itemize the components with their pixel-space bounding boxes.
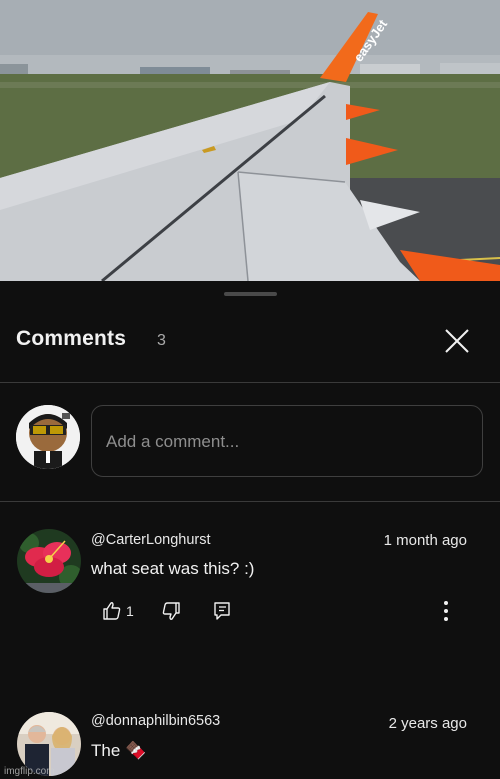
comment-author[interactable]: @CarterLonghurst [91, 532, 211, 548]
add-comment-box[interactable] [91, 405, 483, 477]
drag-handle[interactable] [224, 292, 277, 296]
comments-panel: Comments 3 Add a comment... @CarterLongh… [0, 281, 500, 779]
thumbs-down-icon [162, 602, 180, 620]
comment-text: The 🍫 [91, 741, 147, 760]
dislike-button[interactable] [160, 600, 182, 622]
reply-icon [214, 602, 230, 620]
like-count: 1 [126, 603, 134, 619]
more-vert-icon [444, 601, 448, 621]
comment-author[interactable]: @donnaphilbin6563 [91, 713, 220, 729]
video-player[interactable]: easyJet [0, 0, 500, 281]
comment-text: what seat was this? :) [91, 559, 255, 578]
close-button[interactable] [439, 323, 475, 359]
like-button[interactable] [101, 600, 123, 622]
comment-timestamp: 1 month ago [383, 532, 467, 549]
video-frame-wing-view: easyJet [0, 0, 500, 281]
close-icon [445, 329, 469, 353]
commenter-avatar[interactable] [17, 529, 81, 593]
composer-divider [0, 501, 500, 502]
comment-timestamp: 2 years ago [388, 715, 467, 732]
more-options-button[interactable] [443, 600, 449, 622]
comments-count: 3 [157, 332, 166, 349]
reply-button[interactable] [211, 600, 233, 622]
comment-actions: 1 [91, 600, 471, 624]
header-divider [0, 382, 500, 383]
thumbs-up-icon [103, 602, 121, 620]
comments-title: Comments [16, 327, 127, 350]
add-comment-input[interactable] [104, 428, 468, 456]
current-user-avatar [16, 405, 80, 469]
watermark: imgflip.com [4, 766, 55, 777]
comments-header: Comments 3 [0, 311, 500, 381]
